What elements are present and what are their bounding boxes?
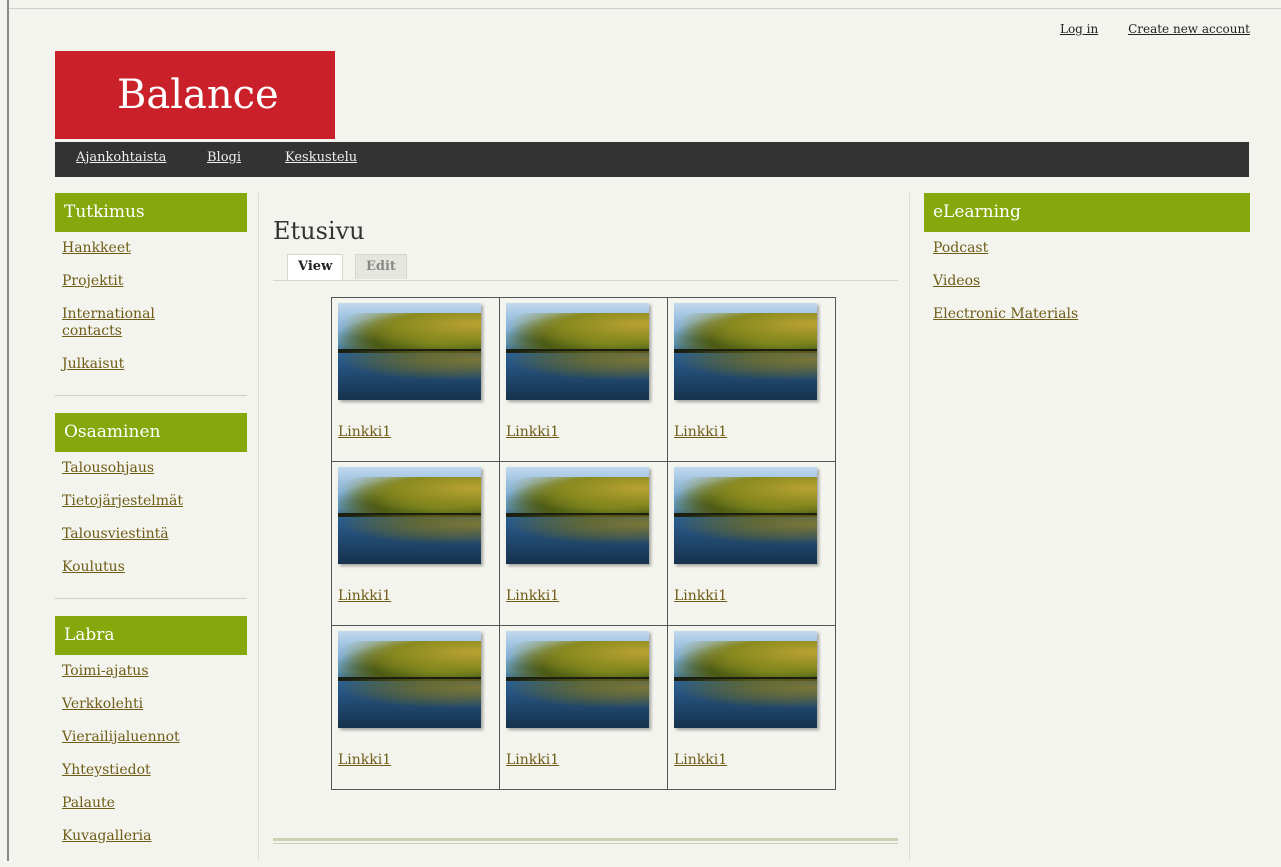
sidebar-item-vierailijaluennot[interactable]: Vierailijaluennot (62, 729, 180, 745)
login-link[interactable]: Log in (1060, 22, 1098, 36)
sidebar-item-hankkeet[interactable]: Hankkeet (62, 240, 131, 256)
sidebar-item-koulutus[interactable]: Koulutus (62, 559, 125, 575)
sidebar-item-kuvagalleria[interactable]: Kuvagalleria (62, 828, 152, 844)
left-sidebar: Tutkimus Hankkeet Projektit Internationa… (55, 193, 247, 867)
menu-elearning: Podcast Videos Electronic Materials (924, 232, 1250, 345)
gallery-link[interactable]: Linkki1 (506, 752, 667, 768)
sidebar-item-talousviestinta[interactable]: Talousviestintä (62, 526, 169, 542)
gallery-cell: Linkki1 (331, 297, 500, 462)
content-footer-rule (273, 838, 898, 844)
block-title-labra: Labra (55, 616, 247, 655)
gallery-link[interactable]: Linkki1 (674, 588, 835, 604)
gallery-cell: Linkki1 (499, 297, 668, 462)
sidebar-item-talousohjaus[interactable]: Talousohjaus (62, 460, 154, 476)
page-left-border (7, 0, 9, 861)
right-sidebar: eLearning Podcast Videos Electronic Mate… (924, 193, 1250, 345)
local-tabs: View Edit (273, 254, 898, 281)
gallery-cell: Linkki1 (499, 625, 668, 790)
gallery-link[interactable]: Linkki1 (674, 752, 835, 768)
gallery-thumbnail[interactable] (506, 631, 649, 728)
gallery-cell: Linkki1 (331, 461, 500, 626)
gallery-thumbnail[interactable] (506, 303, 649, 400)
page-title: Etusivu (273, 217, 365, 245)
gallery-link[interactable]: Linkki1 (674, 424, 835, 440)
gallery-link[interactable]: Linkki1 (506, 588, 667, 604)
sidebar-item-podcast[interactable]: Podcast (933, 240, 988, 256)
gallery-thumbnail[interactable] (338, 303, 481, 400)
gallery-thumbnail[interactable] (338, 467, 481, 564)
gallery-cell: Linkki1 (331, 625, 500, 790)
gallery-thumbnail[interactable] (674, 303, 817, 400)
gallery-thumbnail[interactable] (506, 467, 649, 564)
sidebar-item-yhteystiedot[interactable]: Yhteystiedot (62, 762, 151, 778)
sidebar-item-videos[interactable]: Videos (933, 273, 980, 289)
block-title-tutkimus: Tutkimus (55, 193, 247, 232)
gallery-link[interactable]: Linkki1 (338, 424, 499, 440)
sidebar-item-tietojarjestelmat[interactable]: Tietojärjestelmät (62, 493, 183, 509)
image-gallery: Linkki1 Linkki1 Linkki1 Linkki1 Linkki1 (331, 297, 836, 790)
menu-tutkimus: Hankkeet Projektit International contact… (55, 232, 247, 395)
primary-nav: Ajankohtaista Blogi Keskustelu (55, 142, 1249, 177)
page-top-border (9, 8, 1281, 9)
menu-labra: Toimi-ajatus Verkkolehti Vierailijaluenn… (55, 655, 247, 867)
gallery-row: Linkki1 Linkki1 Linkki1 (331, 297, 836, 462)
gallery-link[interactable]: Linkki1 (338, 588, 499, 604)
gallery-cell: Linkki1 (499, 461, 668, 626)
block-title-elearning: eLearning (924, 193, 1250, 232)
sidebar-item-verkkolehti[interactable]: Verkkolehti (62, 696, 143, 712)
gallery-row: Linkki1 Linkki1 Linkki1 (331, 625, 836, 790)
sidebar-item-palaute[interactable]: Palaute (62, 795, 115, 811)
gallery-cell: Linkki1 (667, 297, 836, 462)
column-divider (258, 193, 259, 861)
column-divider (909, 193, 910, 861)
sidebar-item-projektit[interactable]: Projektit (62, 273, 123, 289)
gallery-thumbnail[interactable] (674, 631, 817, 728)
tab-edit[interactable]: Edit (355, 254, 407, 279)
gallery-thumbnail[interactable] (674, 467, 817, 564)
nav-item-keskustelu[interactable]: Keskustelu (285, 150, 357, 165)
sidebar-item-toimi-ajatus[interactable]: Toimi-ajatus (62, 663, 149, 679)
site-logo[interactable]: Balance (55, 51, 335, 139)
gallery-link[interactable]: Linkki1 (338, 752, 499, 768)
sidebar-item-julkaisut[interactable]: Julkaisut (62, 356, 124, 372)
block-divider (55, 395, 247, 396)
sidebar-item-electronic-materials[interactable]: Electronic Materials (933, 306, 1078, 322)
menu-osaaminen: Talousohjaus Tietojärjestelmät Talousvie… (55, 452, 247, 598)
nav-item-ajankohtaista[interactable]: Ajankohtaista (76, 150, 166, 165)
gallery-thumbnail[interactable] (338, 631, 481, 728)
create-account-link[interactable]: Create new account (1128, 22, 1250, 36)
nav-item-blogi[interactable]: Blogi (207, 150, 241, 165)
main-content: Etusivu View Edit Linkki1 Linkki1 Linkki… (273, 193, 898, 844)
tab-view[interactable]: View (287, 254, 344, 280)
block-divider (55, 598, 247, 599)
gallery-cell: Linkki1 (667, 625, 836, 790)
gallery-link[interactable]: Linkki1 (506, 424, 667, 440)
gallery-cell: Linkki1 (667, 461, 836, 626)
sidebar-item-international-contacts[interactable]: International contacts (62, 306, 155, 339)
user-links: Log in Create new account (1034, 22, 1250, 36)
block-title-osaaminen: Osaaminen (55, 413, 247, 452)
gallery-row: Linkki1 Linkki1 Linkki1 (331, 461, 836, 626)
